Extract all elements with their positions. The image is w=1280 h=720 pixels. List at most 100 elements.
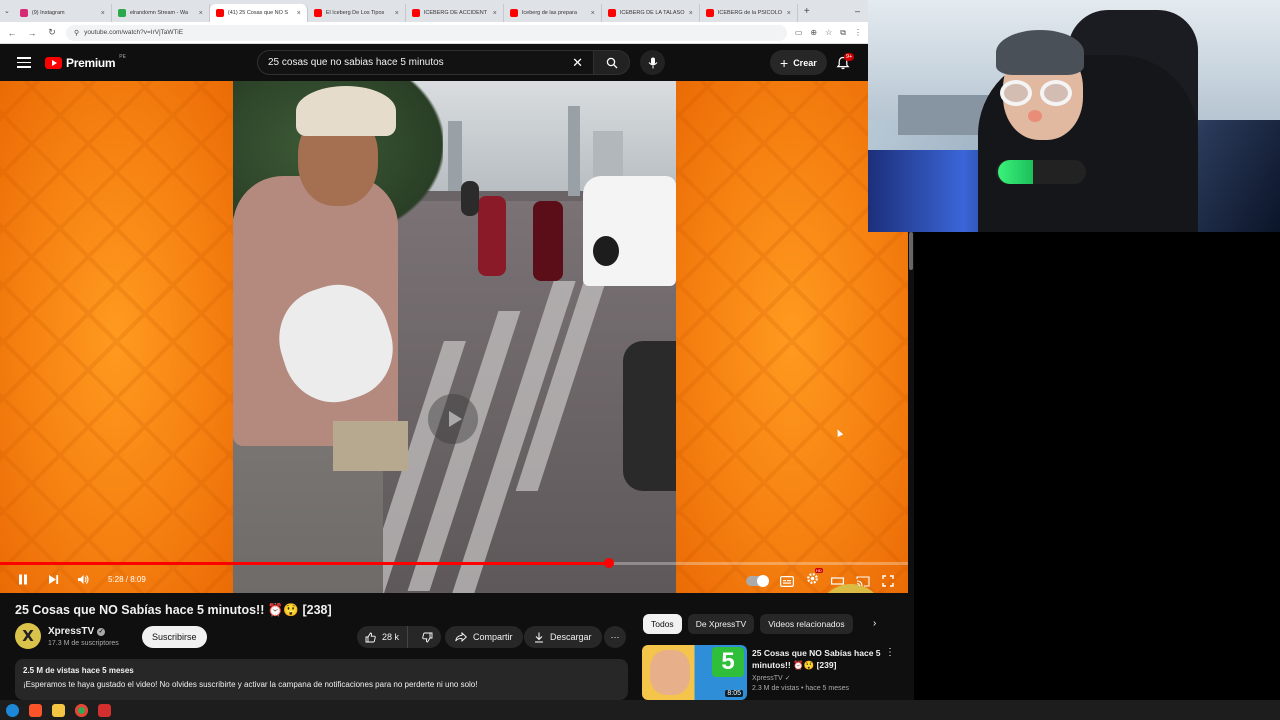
browser-tab-bar: ⌄ (9) Instagram × elrandomn Stream - Wa × (4… — [0, 0, 868, 22]
new-tab-button[interactable]: + — [804, 6, 810, 17]
video-duration: 8:05 — [725, 690, 743, 697]
tab-close-icon[interactable]: × — [297, 10, 301, 17]
next-video-button[interactable] — [46, 572, 60, 586]
dislike-button[interactable] — [414, 632, 433, 643]
tab-title: Iceberg de las prepara — [521, 10, 577, 16]
file-explorer-icon[interactable] — [52, 703, 65, 717]
theater-mode-icon[interactable] — [831, 576, 844, 586]
pause-icon — [19, 574, 27, 584]
tab-close-icon[interactable]: × — [395, 10, 399, 17]
subtitles-icon[interactable] — [780, 575, 794, 587]
download-icon — [535, 632, 543, 642]
video-player[interactable]: X X 5:28 / 8:09 HD — [0, 81, 908, 593]
download-button[interactable]: Descargar — [524, 626, 602, 648]
cast-icon[interactable]: ▭ — [795, 28, 803, 38]
youtube-play-logo-icon — [45, 56, 62, 69]
fullscreen-icon[interactable] — [882, 575, 894, 587]
time-display: 5:28 / 8:09 — [108, 574, 146, 584]
tab-title: elrandomn Stream - Wa — [129, 10, 189, 16]
window-minimize-button[interactable]: – — [855, 6, 860, 16]
cast-icon[interactable] — [856, 575, 870, 587]
chip-from-channel[interactable]: De XpressTV — [687, 614, 755, 634]
tab-close-icon[interactable]: × — [101, 10, 105, 17]
create-button[interactable]: + Crear — [770, 50, 827, 75]
progress-bar[interactable] — [0, 558, 908, 568]
streaming-app-icon[interactable] — [98, 703, 111, 717]
chip-all[interactable]: Todos — [643, 614, 682, 634]
player-controls: 5:28 / 8:09 HD — [0, 568, 908, 590]
streamer-webcam-overlay — [868, 0, 1280, 232]
site-info-icon[interactable]: ⚲ — [74, 29, 79, 37]
browser-tab[interactable]: ICEBERG DE LA TALASO × — [602, 4, 700, 22]
search-button[interactable] — [594, 50, 630, 75]
forward-arrow-icon[interactable]: → — [26, 28, 38, 38]
create-label: Crear — [793, 57, 817, 68]
zoom-icon[interactable]: ⊕ — [810, 28, 817, 38]
tab-close-icon[interactable]: × — [199, 10, 203, 17]
extensions-icon[interactable]: ⧉ — [840, 28, 846, 38]
autoplay-toggle[interactable] — [746, 575, 769, 587]
voice-search-button[interactable] — [640, 50, 665, 75]
share-button[interactable]: Compartir — [445, 626, 523, 648]
tab-close-icon[interactable]: × — [591, 10, 595, 17]
recommended-video[interactable]: 5 8:05 25 Cosas que NO Sabías hace 5 min… — [642, 645, 908, 700]
progress-bar-fill — [0, 562, 610, 565]
microphone-icon — [648, 57, 657, 68]
more-vertical-icon[interactable]: ⋮ — [885, 647, 895, 658]
tab-search-icon[interactable]: ⌄ — [4, 7, 10, 15]
browser-tab[interactable]: ICEBERG de la PSICOLO × — [700, 4, 798, 22]
tab-favicon-icon — [117, 9, 126, 17]
tab-close-icon[interactable]: × — [493, 10, 497, 17]
subscribe-button[interactable]: Suscribirse — [142, 626, 207, 648]
search-bar: 25 cosas que no sabias hace 5 minutos ✕ — [257, 50, 665, 75]
browser-tab[interactable]: (41) 25 Cosas que NO S × — [209, 4, 308, 22]
youtube-logo[interactable]: Premium PE — [45, 54, 126, 70]
bookmark-star-icon[interactable]: ☆ — [825, 28, 832, 38]
browser-tab[interactable]: El Iceberg De Los Tipos × — [308, 4, 406, 22]
like-dislike-group: 28 k — [357, 626, 441, 648]
channel-name-link[interactable]: XpressTV ✓ — [48, 626, 106, 637]
browser-tab[interactable]: elrandomn Stream - Wa × — [112, 4, 210, 22]
pause-button[interactable] — [16, 572, 30, 586]
search-input[interactable]: 25 cosas que no sabias hace 5 minutos ✕ — [257, 50, 594, 75]
recommended-channel[interactable]: XpressTV ✓ — [752, 674, 791, 682]
more-horizontal-icon: ⋯ — [610, 631, 620, 642]
like-button[interactable]: 28 k — [357, 626, 409, 648]
description-box[interactable]: 2.5 M de vistas hace 5 meses ¡Esperamos … — [15, 659, 628, 700]
tab-favicon-icon — [19, 9, 28, 17]
recommended-thumbnail[interactable]: 5 8:05 — [642, 645, 747, 700]
tab-close-icon[interactable]: × — [787, 10, 791, 17]
browser-tab[interactable]: (9) Instagram × — [14, 4, 112, 22]
chip-related[interactable]: Videos relacionados — [760, 614, 853, 634]
tab-favicon-icon — [313, 9, 322, 17]
hamburger-menu-icon[interactable] — [17, 57, 31, 68]
address-bar: ← → ↻ ⚲ youtube.com/watch?v=IrVjTaWTiE ▭… — [0, 22, 868, 44]
channel-avatar[interactable]: X — [15, 623, 41, 649]
verified-check-icon: ✓ — [97, 627, 106, 636]
reload-icon[interactable]: ↻ — [46, 27, 58, 38]
clear-search-icon[interactable]: ✕ — [572, 55, 583, 71]
recommended-title[interactable]: 25 Cosas que NO Sabías hace 5 minutos!! … — [752, 647, 887, 671]
chrome-browser-icon[interactable] — [75, 703, 88, 717]
scrollbar-thumb[interactable] — [909, 232, 913, 270]
volume-button[interactable] — [76, 572, 90, 586]
tab-close-icon[interactable]: × — [689, 10, 693, 17]
url-field[interactable]: ⚲ youtube.com/watch?v=IrVjTaWTiE — [66, 24, 787, 41]
center-play-button[interactable] — [428, 394, 478, 444]
edge-browser-icon[interactable] — [6, 703, 19, 717]
more-actions-button[interactable]: ⋯ — [604, 626, 626, 648]
brave-browser-icon[interactable] — [29, 703, 42, 717]
page-scrollbar[interactable] — [908, 232, 914, 700]
tab-favicon-icon — [705, 9, 714, 17]
settings-button[interactable]: HD — [806, 568, 823, 590]
back-arrow-icon[interactable]: ← — [6, 28, 18, 38]
recommended-channel-name: XpressTV — [752, 675, 783, 682]
tab-title: El Iceberg De Los Tipos — [325, 10, 385, 16]
browser-tab[interactable]: ICEBERG DE ACCIDENT × — [406, 4, 504, 22]
views-and-date: 2.5 M de vistas hace 5 meses — [23, 666, 134, 675]
tab-favicon-icon — [215, 9, 224, 17]
browser-menu-icon[interactable]: ⋮ — [854, 28, 862, 38]
browser-tab[interactable]: Iceberg de las prepara × — [504, 4, 602, 22]
subscriber-count: 17.3 M de suscriptores — [48, 640, 119, 647]
chips-next-chevron-icon[interactable]: › — [873, 618, 876, 629]
